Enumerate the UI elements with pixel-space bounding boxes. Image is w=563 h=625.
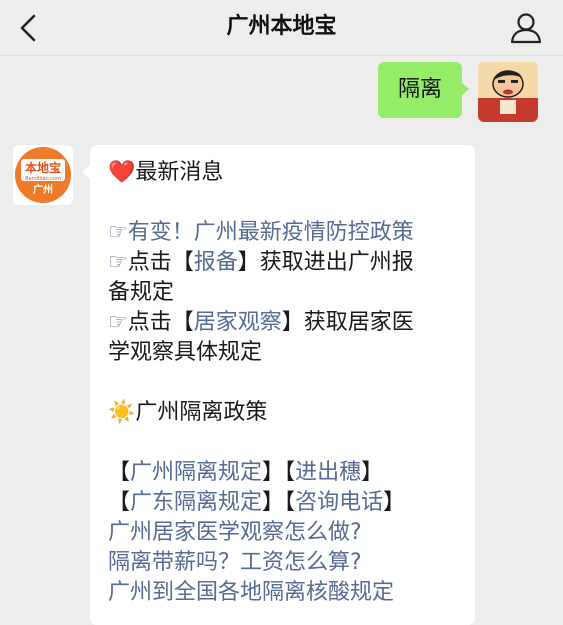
message-text: 点击【 — [127, 310, 194, 335]
section-latest-news: ❤️最新消息 — [108, 158, 475, 188]
guangdong-isolation-rules-link[interactable]: 广东隔离规定 — [130, 490, 262, 515]
report-link[interactable]: 报备 — [194, 250, 238, 275]
outgoing-message-text: 隔离 — [397, 77, 442, 102]
pointing-hand-icon: ☞ — [108, 250, 128, 275]
enter-exit-link[interactable]: 进出穗 — [295, 460, 361, 485]
list-item: ☞点击【报备】获取进出广州报 — [108, 248, 475, 278]
chat-title: 广州本地宝 — [226, 14, 337, 39]
message-text: 学观察具体规定 — [108, 340, 263, 365]
message-text: 】获取进出广州报 — [237, 250, 414, 275]
nationwide-isolation-rules-link[interactable]: 广州到全国各地隔离核酸规定 — [108, 578, 475, 608]
bracket: 【 — [108, 490, 131, 515]
paid-isolation-link[interactable]: 隔离带薪吗？工资怎么算? — [108, 548, 475, 578]
home-observation-howto-link[interactable]: 广州居家医学观察怎么做? — [108, 518, 475, 548]
bracket: 【 — [284, 460, 296, 485]
sun-icon: ☀️ — [108, 400, 136, 425]
bracket: 】 — [361, 460, 384, 485]
link-row: 【广州隔离规定】【进出穗】 — [108, 458, 475, 488]
section-title: 广州隔离政策 — [135, 400, 268, 425]
message-text: 点击【 — [127, 250, 194, 275]
bot-avatar-text: 本地宝 — [24, 161, 61, 175]
user-avatar[interactable] — [478, 62, 538, 122]
hotline-link[interactable]: 咨询电话 — [295, 490, 383, 515]
navigation-bar: 广州本地宝 — [0, 0, 563, 56]
bracket: 【 — [284, 490, 296, 515]
bot-avatar-city: 广州 — [33, 185, 53, 196]
bracket: 】 — [262, 490, 285, 515]
pointing-hand-icon: ☞ — [108, 220, 128, 245]
person-icon[interactable] — [509, 11, 543, 45]
message-text: 备规定 — [108, 280, 175, 305]
guangzhou-isolation-rules-link[interactable]: 广州隔离规定 — [130, 460, 262, 485]
message-text: 】获取居家医 — [281, 310, 414, 335]
list-item: ☞有变！广州最新疫情防控政策 — [108, 218, 475, 248]
latest-policy-link[interactable]: 有变！广州最新疫情防控政策 — [128, 220, 414, 245]
bot-avatar-url: Bendibao.com — [25, 176, 61, 182]
list-item: ☞点击【居家观察】获取居家医 — [108, 308, 475, 338]
outgoing-message-bubble[interactable]: 隔离 — [378, 62, 469, 118]
bracket: 】 — [383, 490, 406, 515]
pointing-hand-icon: ☞ — [108, 310, 128, 335]
bracket: 【 — [108, 460, 131, 485]
section-title: 最新消息 — [135, 160, 224, 185]
section-isolation-policy: ☀️广州隔离政策 — [108, 398, 475, 428]
bracket: 】 — [262, 460, 285, 485]
incoming-message-bubble: ❤️最新消息 ☞有变！广州最新疫情防控政策 ☞点击【报备】获取进出广州报 备规定… — [82, 145, 475, 625]
heart-icon: ❤️ — [108, 160, 136, 185]
bot-avatar[interactable]: 本地宝 Bendibao.com 广州 — [13, 145, 73, 205]
home-observation-link[interactable]: 居家观察 — [194, 310, 282, 335]
link-row: 【广东隔离规定】【咨询电话】 — [108, 488, 475, 518]
